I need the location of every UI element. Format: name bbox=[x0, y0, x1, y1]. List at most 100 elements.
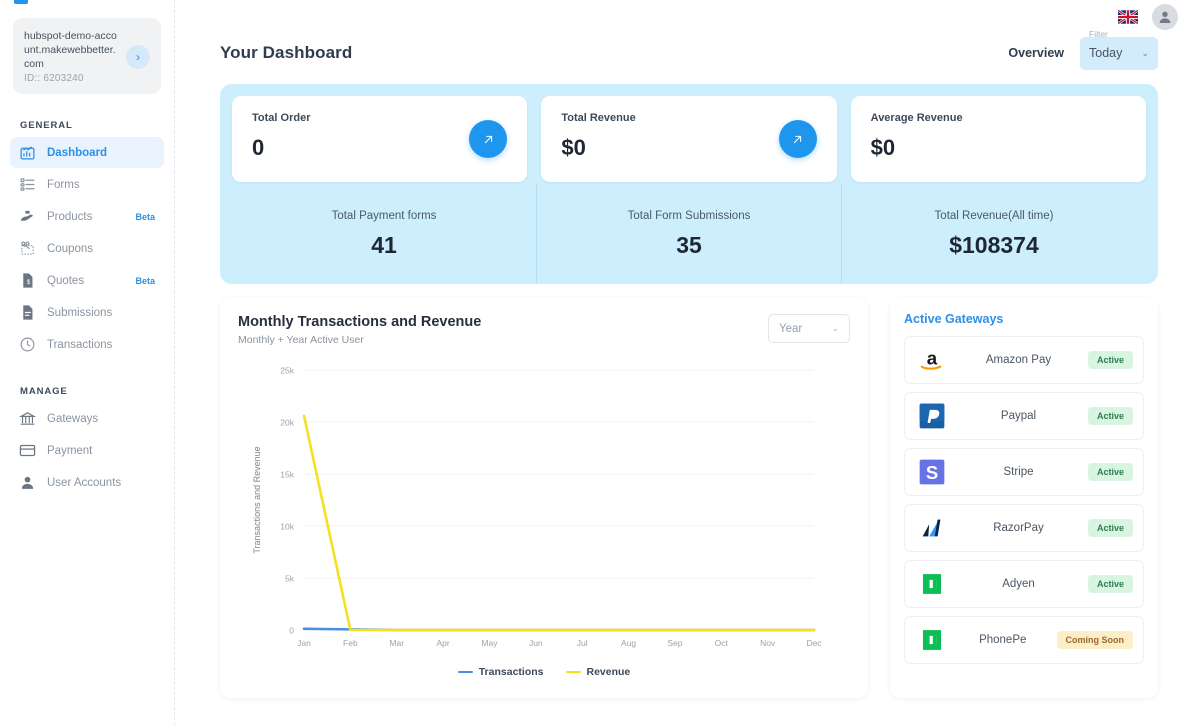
dashboard-chart-icon bbox=[19, 144, 36, 161]
svg-text:Oct: Oct bbox=[715, 638, 729, 648]
svg-text:Transactions and Revenue: Transactions and Revenue bbox=[252, 446, 262, 553]
transactions-clock-icon bbox=[19, 336, 36, 353]
submissions-file-icon bbox=[19, 304, 36, 321]
bottom-row: Monthly Transactions and Revenue Monthly… bbox=[220, 298, 1158, 698]
gateway-row[interactable]: PhonePeComing Soon bbox=[904, 616, 1144, 664]
legend-label: Revenue bbox=[587, 666, 631, 678]
svg-text:0: 0 bbox=[289, 626, 294, 636]
status-badge: Active bbox=[1088, 407, 1133, 425]
sub-stat-label: Total Payment forms bbox=[332, 210, 437, 222]
year-select[interactable]: Year ⌄ bbox=[768, 314, 850, 343]
svg-text:$: $ bbox=[27, 279, 31, 286]
gateway-row[interactable]: RazorPayActive bbox=[904, 504, 1144, 552]
sub-stat-value: $108374 bbox=[949, 232, 1039, 259]
gateway-row[interactable]: SStripeActive bbox=[904, 448, 1144, 496]
uk-flag-icon[interactable] bbox=[1118, 10, 1138, 24]
stat-card-label: Total Order bbox=[252, 112, 507, 124]
razorpay-logo-icon bbox=[915, 513, 949, 543]
gateway-row[interactable]: PaypalActive bbox=[904, 392, 1144, 440]
account-chevron-icon[interactable]: › bbox=[126, 45, 150, 69]
sub-stat-label: Total Revenue(All time) bbox=[935, 210, 1054, 222]
sidebar-section-label-general: GENERAL bbox=[20, 120, 174, 131]
sidebar-item-forms[interactable]: Forms bbox=[10, 169, 164, 200]
stat-card: Total Revenue$0 bbox=[541, 96, 836, 182]
sidebar-item-quotes[interactable]: $QuotesBeta bbox=[10, 265, 164, 296]
gateway-list: aAmazon PayActivePaypalActiveSStripeActi… bbox=[904, 336, 1144, 664]
sidebar-item-coupons[interactable]: Coupons bbox=[10, 233, 164, 264]
chevron-down-icon: ⌄ bbox=[831, 323, 839, 334]
gateway-row[interactable]: aAmazon PayActive bbox=[904, 336, 1144, 384]
sidebar-item-badge: Beta bbox=[135, 276, 155, 286]
chart-titles: Monthly Transactions and Revenue Monthly… bbox=[238, 314, 481, 346]
svg-text:10k: 10k bbox=[280, 522, 294, 532]
chevron-down-icon: ⌄ bbox=[1141, 48, 1149, 59]
gateways-title: Active Gateways bbox=[904, 312, 1144, 326]
gateway-row[interactable]: AdyenActive bbox=[904, 560, 1144, 608]
svg-text:Sep: Sep bbox=[667, 638, 682, 648]
legend-item[interactable]: Transactions bbox=[458, 666, 544, 678]
stats-panel: Total Order0Total Revenue$0Average Reven… bbox=[220, 84, 1158, 284]
user-avatar-icon[interactable] bbox=[1152, 4, 1178, 30]
arrow-up-right-icon bbox=[790, 132, 805, 147]
sub-stat: Total Payment forms41 bbox=[232, 184, 536, 284]
stat-card-detail-button[interactable] bbox=[779, 120, 817, 158]
forms-list-icon bbox=[19, 176, 36, 193]
page-title: Your Dashboard bbox=[220, 43, 352, 63]
svg-text:Jul: Jul bbox=[577, 638, 588, 648]
chart-title: Monthly Transactions and Revenue bbox=[238, 314, 481, 330]
svg-text:Nov: Nov bbox=[760, 638, 776, 648]
status-badge: Active bbox=[1088, 575, 1133, 593]
gateway-name: Stripe bbox=[949, 466, 1088, 478]
chart-legend: Transactions Revenue bbox=[238, 666, 850, 678]
user-account-icon bbox=[19, 474, 36, 491]
stat-card-label: Total Revenue bbox=[561, 112, 816, 124]
status-badge: Coming Soon bbox=[1057, 631, 1134, 649]
sidebar-item-dashboard[interactable]: Dashboard bbox=[10, 137, 164, 168]
sidebar-item-gateways[interactable]: Gateways bbox=[10, 403, 164, 434]
paypal-logo-icon bbox=[915, 401, 949, 431]
sidebar-item-submissions[interactable]: Submissions bbox=[10, 297, 164, 328]
gateway-name: RazorPay bbox=[949, 522, 1088, 534]
legend-label: Transactions bbox=[479, 666, 544, 678]
status-badge: Active bbox=[1088, 463, 1133, 481]
chart-panel: Monthly Transactions and Revenue Monthly… bbox=[220, 298, 868, 698]
adyen-logo-icon bbox=[915, 569, 949, 599]
gateways-panel: Active Gateways aAmazon PayActivePaypalA… bbox=[890, 298, 1158, 698]
sub-stat: Total Form Submissions35 bbox=[536, 184, 841, 284]
stat-card: Average Revenue$0 bbox=[851, 96, 1146, 182]
products-box-icon bbox=[19, 208, 36, 225]
sub-stats-row: Total Payment forms41Total Form Submissi… bbox=[232, 184, 1146, 284]
sub-stat-value: 35 bbox=[676, 232, 702, 259]
stat-card-label: Average Revenue bbox=[871, 112, 1126, 124]
sidebar-item-payment[interactable]: Payment bbox=[10, 435, 164, 466]
account-card[interactable]: hubspot-demo-account.makewebbetter.com I… bbox=[13, 18, 161, 94]
legend-color-swatch bbox=[566, 671, 581, 674]
sidebar-item-products[interactable]: ProductsBeta bbox=[10, 201, 164, 232]
sidebar-item-user-accounts[interactable]: User Accounts bbox=[10, 467, 164, 498]
svg-text:Feb: Feb bbox=[343, 638, 358, 648]
gateways-bank-icon bbox=[19, 410, 36, 427]
overview-label: Overview bbox=[1008, 46, 1064, 60]
amazon-pay-logo-icon: a bbox=[915, 345, 949, 375]
gateway-name: Paypal bbox=[949, 410, 1088, 422]
gateway-name: Amazon Pay bbox=[949, 354, 1088, 366]
chart-subtitle: Monthly + Year Active User bbox=[238, 334, 481, 346]
payment-card-icon bbox=[19, 442, 36, 459]
sidebar: hubspot-demo-account.makewebbetter.com I… bbox=[0, 0, 175, 725]
account-id: ID:: 6203240 bbox=[24, 73, 120, 84]
svg-text:Apr: Apr bbox=[436, 638, 449, 648]
legend-item[interactable]: Revenue bbox=[566, 666, 631, 678]
app-logo-icon bbox=[14, 0, 28, 4]
arrow-up-right-icon bbox=[481, 132, 496, 147]
dashboard-app: hubspot-demo-account.makewebbetter.com I… bbox=[0, 0, 1200, 725]
gateway-name: Adyen bbox=[949, 578, 1088, 590]
stat-card-detail-button[interactable] bbox=[469, 120, 507, 158]
sidebar-nav: GENERAL DashboardFormsProductsBetaCoupons… bbox=[0, 120, 174, 498]
filter-select[interactable]: Filter Today ⌄ bbox=[1080, 37, 1158, 70]
svg-text:May: May bbox=[481, 638, 498, 648]
sidebar-item-transactions[interactable]: Transactions bbox=[10, 329, 164, 360]
filter-selected-value: Today bbox=[1089, 46, 1141, 60]
sub-stat: Total Revenue(All time) $108374 bbox=[841, 184, 1146, 284]
header-controls: Overview Filter Today ⌄ bbox=[1008, 37, 1158, 70]
svg-text:Jan: Jan bbox=[297, 638, 311, 648]
